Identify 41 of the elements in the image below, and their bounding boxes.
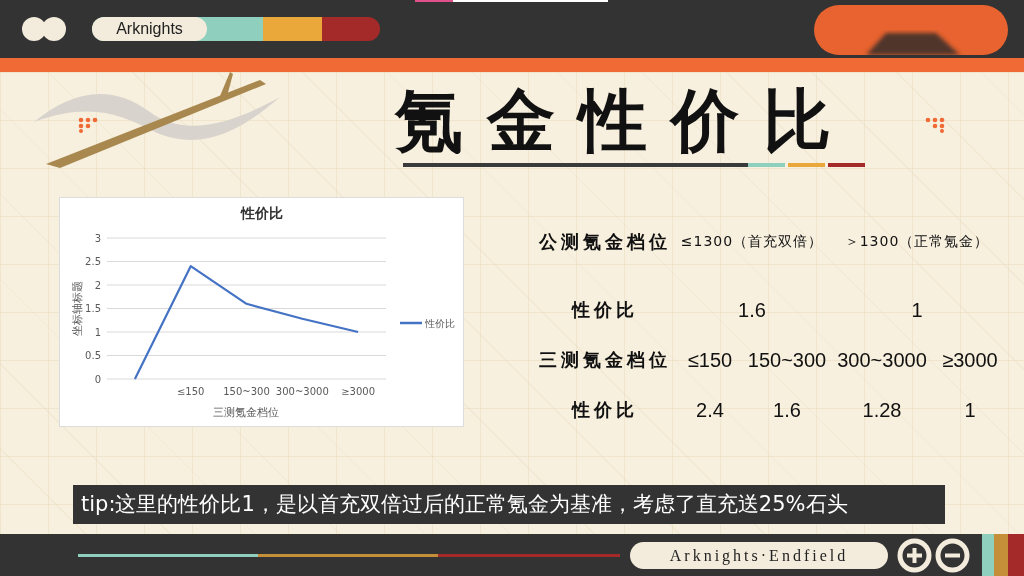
table-cell: 2.4	[696, 398, 724, 422]
two-circles-logo-icon	[22, 17, 66, 41]
y-tick-label: 2.5	[85, 256, 101, 267]
row-label: 公测氪金档位	[539, 230, 671, 254]
plus-minus-rings-icon	[897, 537, 970, 573]
table-cell: ≤150	[687, 348, 733, 372]
y-tick-label: 0	[94, 373, 101, 385]
table-cell: 1.6	[738, 298, 766, 322]
x-axis-title: 三测氪金档位	[213, 406, 279, 419]
x-tick-label: 300~3000	[275, 386, 329, 397]
y-axis-title: 坐标轴标题	[71, 280, 84, 336]
legend-label: 性价比	[425, 317, 455, 329]
x-tick-label: ≥3000	[341, 386, 375, 397]
table-cell: 1	[911, 298, 923, 322]
table-cell: 1.28	[862, 398, 902, 422]
dot-grid-icon	[925, 117, 945, 133]
table-cell: ≥3000	[942, 348, 998, 372]
row-label: 性价比	[572, 298, 638, 322]
y-tick-label: 0.5	[85, 350, 101, 361]
x-tick-label: 150~300	[223, 386, 270, 397]
legend-swatch-icon	[400, 321, 422, 325]
dot-grid-icon	[78, 117, 98, 133]
stripes-decoration	[982, 534, 1024, 576]
x-tick-label: ≤150	[176, 386, 205, 397]
chart-title: 性价比	[241, 205, 283, 221]
table-cell: ＞1300（正常氪金）	[844, 233, 990, 251]
table-cell: 300~3000	[837, 348, 927, 372]
table-cell: 1	[964, 398, 976, 422]
table-cell: 1.6	[773, 398, 801, 422]
tip-caption: tip:这里的性价比1，是以首充双倍过后的正常氪金为基准，考虑了直充送25%石头	[73, 485, 945, 524]
row-label: 三测氪金档位	[539, 348, 671, 372]
row-label: 性价比	[572, 398, 638, 422]
y-tick-label: 1.5	[85, 303, 101, 314]
y-tick-label: 3	[94, 232, 101, 244]
y-tick-label: 1	[94, 326, 101, 338]
footer-brand-label: Arknights·Endfield	[630, 541, 888, 569]
table-cell: ≤1300（首充双倍）	[680, 233, 824, 251]
y-tick-label: 2	[94, 279, 101, 291]
table-cell: 150~300	[747, 348, 827, 372]
page-title: 氪金性价比	[395, 85, 856, 157]
brand-label: Arknights	[92, 17, 207, 41]
